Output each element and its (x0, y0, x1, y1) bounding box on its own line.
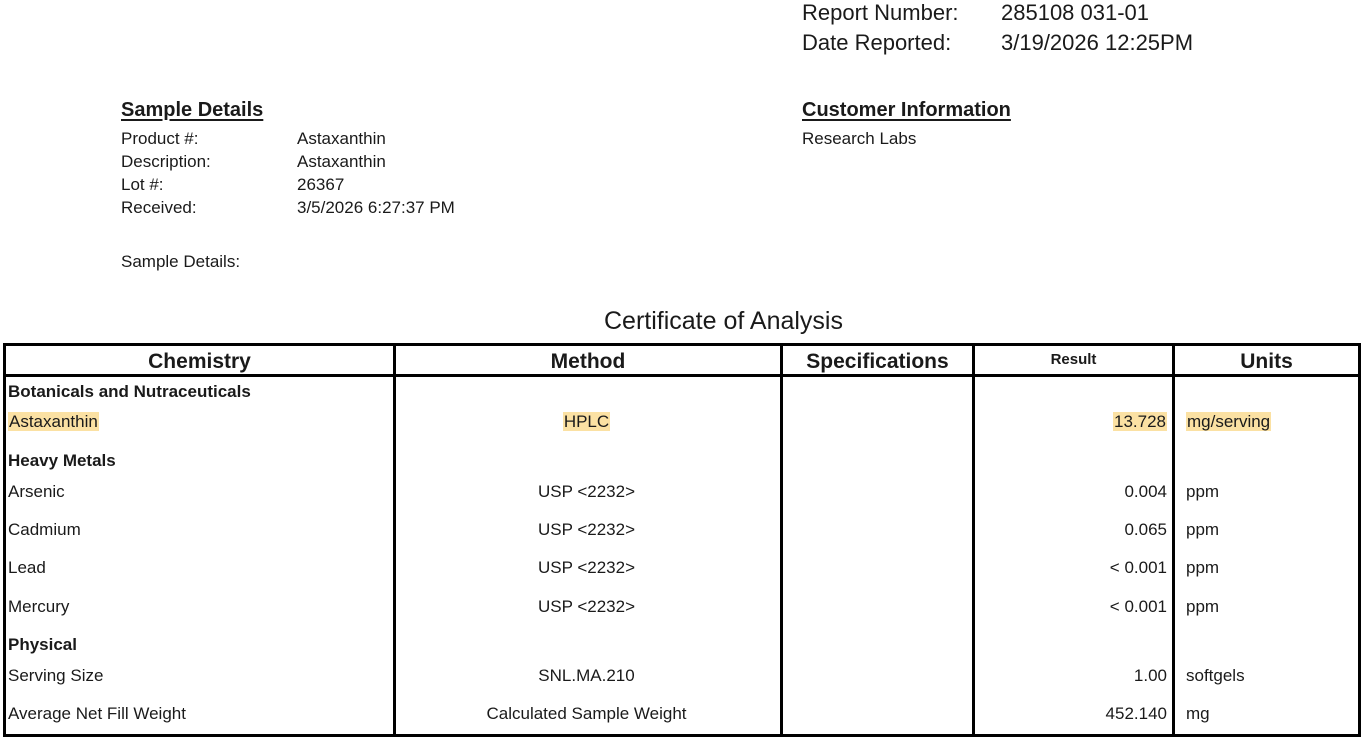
certificate-title: Certificate of Analysis (604, 307, 843, 335)
table-row: Lead USP <2232> < 0.001 ppm (6, 556, 1358, 580)
result-cell: 0.065 (1124, 520, 1167, 539)
header-units: Units (1240, 350, 1293, 373)
chemistry-cell: Arsenic (8, 482, 65, 501)
sample-details-extra-label: Sample Details: (121, 252, 241, 271)
chemistry-cell: Mercury (8, 597, 70, 616)
table-row: Mercury USP <2232> < 0.001 ppm (6, 595, 1358, 619)
category-heavy-metals: Heavy Metals (8, 451, 116, 470)
report-number-label: Report Number: (802, 0, 959, 25)
table-row: Serving Size SNL.MA.210 1.00 softgels (6, 664, 1358, 688)
category-row: Physical (6, 633, 1358, 657)
header-result: Result (1050, 351, 1097, 368)
lot-value: 26367 (297, 175, 345, 194)
result-cell: 13.728 (1113, 412, 1167, 431)
chemistry-cell: Average Net Fill Weight (8, 704, 186, 723)
description-value: Astaxanthin (297, 152, 386, 171)
category-row: Botanicals and Nutraceuticals (6, 380, 1358, 404)
method-cell: HPLC (562, 412, 611, 431)
results-table: Chemistry Method Specifications Result U… (3, 343, 1361, 737)
header-specifications: Specifications (806, 350, 949, 373)
table-row: Cadmium USP <2232> 0.065 ppm (6, 518, 1358, 542)
chemistry-cell: Serving Size (8, 666, 104, 685)
date-reported-value: 3/19/2026 12:25PM (1001, 30, 1194, 55)
result-cell: 452.140 (1105, 704, 1167, 723)
table-row: Astaxanthin HPLC 13.728 mg/serving (6, 410, 1358, 434)
header-chemistry: Chemistry (148, 350, 251, 373)
units-cell: ppm (1186, 482, 1220, 501)
method-cell: USP <2232> (537, 520, 636, 539)
received-value: 3/5/2026 6:27:37 PM (297, 198, 455, 217)
category-botanicals: Botanicals and Nutraceuticals (8, 382, 251, 401)
result-cell: < 0.001 (1109, 558, 1167, 577)
description-label: Description: (121, 152, 211, 171)
units-cell: softgels (1186, 666, 1245, 685)
header-method: Method (550, 350, 626, 373)
units-cell: mg/serving (1186, 412, 1272, 431)
product-value: Astaxanthin (297, 129, 386, 148)
units-cell: ppm (1186, 520, 1220, 539)
table-row: Arsenic USP <2232> 0.004 ppm (6, 480, 1358, 504)
method-cell: Calculated Sample Weight (486, 704, 687, 723)
method-cell: USP <2232> (537, 482, 636, 501)
category-row: Heavy Metals (6, 449, 1358, 473)
received-label: Received: (121, 198, 197, 217)
method-cell: USP <2232> (537, 558, 636, 577)
product-label: Product #: (121, 129, 199, 148)
units-cell: ppm (1186, 558, 1220, 577)
chemistry-cell: Lead (8, 558, 46, 577)
result-cell: < 0.001 (1109, 597, 1167, 616)
sample-details-title: Sample Details (121, 99, 264, 121)
chemistry-cell: Cadmium (8, 520, 81, 539)
chemistry-cell: Astaxanthin (8, 412, 99, 431)
result-cell: 0.004 (1124, 482, 1167, 501)
report-number-value: 285108 031-01 (1001, 0, 1150, 25)
customer-name: Research Labs (802, 129, 917, 148)
lot-label: Lot #: (121, 175, 164, 194)
category-physical: Physical (8, 635, 77, 654)
method-cell: USP <2232> (537, 597, 636, 616)
table-row: Average Net Fill Weight Calculated Sampl… (6, 702, 1358, 726)
method-cell: SNL.MA.210 (538, 666, 635, 685)
units-cell: ppm (1186, 597, 1220, 616)
date-reported-label: Date Reported: (802, 30, 952, 55)
units-cell: mg (1186, 704, 1210, 723)
customer-information-title: Customer Information (802, 99, 1011, 121)
result-cell: 1.00 (1133, 666, 1167, 685)
